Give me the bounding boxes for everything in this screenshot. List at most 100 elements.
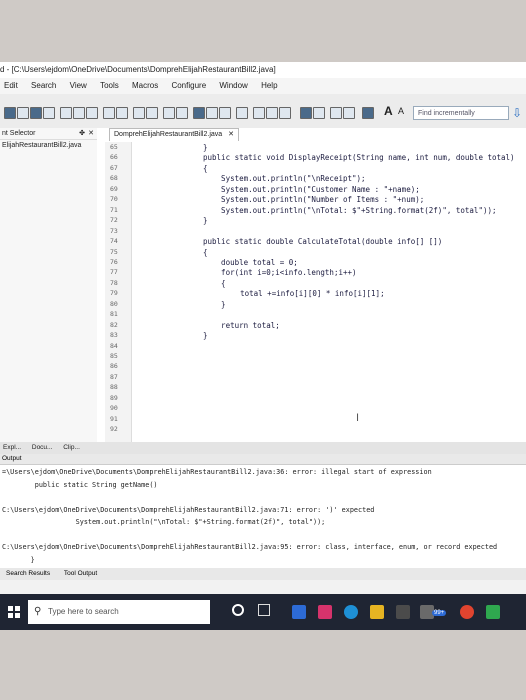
- options-icon[interactable]: [343, 107, 355, 119]
- store-icon[interactable]: [396, 605, 410, 619]
- tab-search-results[interactable]: Search Results: [6, 568, 50, 580]
- code-line: return total;: [203, 320, 280, 330]
- chrome-icon[interactable]: [460, 605, 474, 619]
- tab-document[interactable]: DomprehElijahRestaurantBill2.java ✕: [109, 128, 239, 141]
- new-file-icon[interactable]: [4, 107, 16, 119]
- tab-documents[interactable]: Docu...: [32, 442, 53, 454]
- spellcheck-icon[interactable]: [206, 107, 218, 119]
- search-placeholder: Type here to search: [48, 607, 119, 616]
- panel-header: nt Selector ✤ ✕: [0, 128, 97, 140]
- notification-badge[interactable]: 99+: [432, 610, 447, 616]
- close-icon[interactable]: ✕: [88, 128, 94, 139]
- find-incrementally-input[interactable]: Find incrementally: [413, 106, 509, 120]
- sort-icon[interactable]: [219, 107, 231, 119]
- pin-icon[interactable]: ✤: [79, 128, 85, 139]
- font-larger-icon[interactable]: A: [384, 104, 393, 118]
- replace-icon[interactable]: [266, 107, 278, 119]
- bookmark-icon[interactable]: [300, 107, 312, 119]
- line-number: 78: [110, 278, 118, 287]
- menu-bar: Edit Search View Tools Macros Configure …: [0, 78, 526, 94]
- app-green-icon[interactable]: [486, 605, 500, 619]
- line-number: 80: [110, 299, 118, 308]
- tab-close-icon[interactable]: ✕: [228, 131, 234, 138]
- menu-tools[interactable]: Tools: [100, 78, 119, 94]
- line-number: 73: [110, 226, 118, 235]
- line-number: 91: [110, 414, 118, 423]
- find-next-icon[interactable]: ⇩: [512, 106, 522, 120]
- document-selector-panel: nt Selector ✤ ✕ ElijahRestaurantBill2.ja…: [0, 128, 98, 442]
- code-line: {: [203, 247, 208, 257]
- tab-tool-output[interactable]: Tool Output: [64, 568, 97, 580]
- compare-icon[interactable]: [236, 107, 248, 119]
- find-in-files-icon[interactable]: [279, 107, 291, 119]
- line-number: 92: [110, 425, 118, 434]
- tab-label: DomprehElijahRestaurantBill2.java: [114, 131, 223, 138]
- menu-search[interactable]: Search: [31, 78, 56, 94]
- document-item[interactable]: ElijahRestaurantBill2.java: [0, 140, 97, 151]
- unindent-icon[interactable]: [146, 107, 158, 119]
- tab-explorer[interactable]: Expl...: [3, 442, 21, 454]
- output-header: Output: [0, 454, 526, 464]
- code-line: }: [203, 299, 226, 309]
- cortana-icon[interactable]: [232, 604, 244, 616]
- copy-icon[interactable]: [73, 107, 85, 119]
- font-smaller-icon[interactable]: A: [398, 106, 404, 116]
- code-line: }: [203, 143, 208, 152]
- menu-view[interactable]: View: [70, 78, 87, 94]
- menu-macros[interactable]: Macros: [132, 78, 158, 94]
- redo-icon[interactable]: [116, 107, 128, 119]
- print-icon[interactable]: [43, 107, 55, 119]
- output-line: }: [2, 555, 35, 564]
- code-line: total +=info[i][0] * info[i][1];: [213, 289, 385, 299]
- app-u-icon[interactable]: [318, 605, 332, 619]
- code-line: {: [203, 163, 208, 173]
- line-number: 69: [110, 184, 118, 193]
- macro-icon[interactable]: [330, 107, 342, 119]
- code-editor[interactable]: DomprehElijahRestaurantBill2.java ✕ 65 66…: [97, 128, 526, 442]
- undo-icon[interactable]: [103, 107, 115, 119]
- menu-configure[interactable]: Configure: [171, 78, 206, 94]
- next-bookmark-icon[interactable]: [313, 107, 325, 119]
- code-line: System.out.println("Customer Name : "+na…: [203, 184, 420, 194]
- line-number: 76: [110, 257, 118, 266]
- open-file-icon[interactable]: [17, 107, 29, 119]
- file-explorer-icon[interactable]: [370, 605, 384, 619]
- tab-clipboard[interactable]: Clip...: [63, 442, 80, 454]
- taskbar-search-box[interactable]: ⚲ Type here to search: [28, 600, 210, 624]
- windows-start-icon[interactable]: [8, 606, 20, 618]
- output-line: C:\Users\ejdom\OneDrive\Documents\Dompre…: [2, 543, 498, 551]
- code-line: double total = 0;: [203, 257, 298, 267]
- code-line: public static double CalculateTotal(doub…: [203, 237, 443, 247]
- menu-edit[interactable]: Edit: [4, 78, 18, 94]
- line-number: 87: [110, 372, 118, 381]
- line-number: 89: [110, 393, 118, 402]
- pilcrow-icon[interactable]: [176, 107, 188, 119]
- code-line: }: [203, 331, 208, 341]
- edge-icon[interactable]: [344, 605, 358, 619]
- line-number: 75: [110, 247, 118, 256]
- code-line: }: [203, 216, 208, 226]
- app-l-icon[interactable]: [292, 605, 306, 619]
- run-icon[interactable]: [193, 107, 205, 119]
- menu-help[interactable]: Help: [261, 78, 277, 94]
- line-number: 72: [110, 216, 118, 225]
- paste-icon[interactable]: [86, 107, 98, 119]
- window-title: d - [C:\Users\ejdom\OneDrive\Documents\D…: [0, 62, 526, 78]
- indent-icon[interactable]: [133, 107, 145, 119]
- code-line: public static void DisplayReceipt(String…: [203, 153, 515, 163]
- toolbar: A A Find incrementally ⇩: [0, 94, 526, 129]
- cut-icon[interactable]: [60, 107, 72, 119]
- code-line: System.out.println("Number of Items : "+…: [203, 195, 425, 205]
- line-number: 70: [110, 195, 118, 204]
- code-line: System.out.println("\nReceipt");: [203, 174, 366, 184]
- comment-icon[interactable]: [163, 107, 175, 119]
- find-icon[interactable]: [253, 107, 265, 119]
- line-number: 82: [110, 320, 118, 329]
- menu-window[interactable]: Window: [219, 78, 247, 94]
- line-number: 77: [110, 268, 118, 277]
- save-icon[interactable]: [30, 107, 42, 119]
- output-panel[interactable]: =\Users\ejdom\OneDrive\Documents\Dompreh…: [0, 464, 526, 569]
- record-icon[interactable]: [362, 107, 374, 119]
- output-tabs: Search Results Tool Output: [0, 568, 526, 580]
- task-view-icon[interactable]: [258, 604, 270, 616]
